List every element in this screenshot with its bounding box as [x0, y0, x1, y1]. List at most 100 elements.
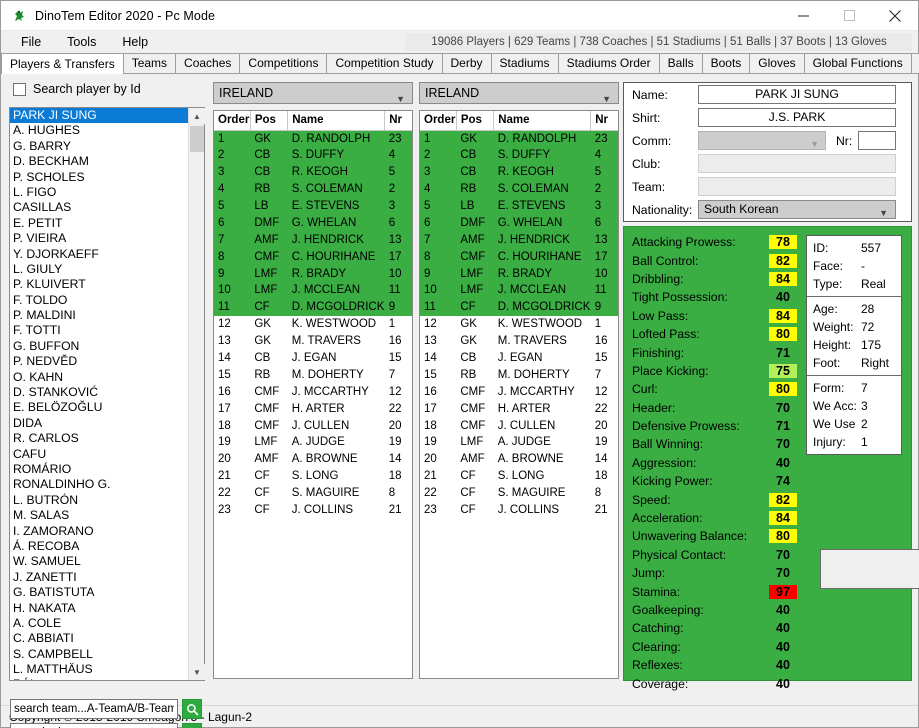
table-row[interactable]: 14CBJ. EGAN15	[420, 350, 618, 367]
table-row[interactable]: 3CBR. KEOGH5	[420, 164, 618, 181]
player-list-item[interactable]: P. VIEIRA	[10, 231, 188, 246]
table-row[interactable]: 2CBS. DUFFY4	[214, 147, 412, 164]
table-row[interactable]: 9LMFR. BRADY10	[214, 265, 412, 282]
table-row[interactable]: 19LMFA. JUDGE19	[420, 434, 618, 451]
player-list-item[interactable]: P. MALDINI	[10, 308, 188, 323]
tab-coaches[interactable]: Coaches	[175, 53, 240, 73]
player-list-scrollbar[interactable]: ▲ ▼	[188, 108, 204, 680]
column-header-pos[interactable]: Pos	[456, 111, 493, 130]
player-list-item[interactable]: R. CARLOS	[10, 431, 188, 446]
stat-value[interactable]: 40	[769, 677, 797, 691]
player-shirt-field[interactable]: J.S. PARK	[698, 108, 896, 127]
stat-value[interactable]: 80	[769, 327, 797, 341]
tab-competition-study[interactable]: Competition Study	[326, 53, 442, 73]
player-list-item[interactable]: CASILLAS	[10, 200, 188, 215]
table-row[interactable]: 6DMFG. WHELAN6	[420, 214, 618, 231]
stat-value[interactable]: 40	[769, 456, 797, 470]
table-row[interactable]: 19LMFA. JUDGE19	[214, 434, 412, 451]
player-list-item[interactable]: E. BELÖZOĞLU	[10, 400, 188, 415]
player-nationality-select[interactable]: South Korean ▼	[698, 200, 896, 219]
table-row[interactable]: 7AMFJ. HENDRICK13	[420, 231, 618, 248]
table-row[interactable]: 5LBE. STEVENS3	[214, 198, 412, 215]
player-list-item[interactable]: DIDA	[10, 416, 188, 431]
player-list[interactable]: PARK JI SUNGA. HUGHESG. BARRYD. BECKHAMP…	[9, 107, 205, 681]
table-row[interactable]: 4RBS. COLEMAN2	[420, 181, 618, 198]
table-row[interactable]: 10LMFJ. MCCLEAN11	[214, 282, 412, 299]
tab-gloves[interactable]: Gloves	[749, 53, 804, 73]
table-row[interactable]: 13GKM. TRAVERS16	[420, 333, 618, 350]
player-list-item[interactable]: RÁI	[10, 677, 188, 680]
player-list-item[interactable]: ROMÁRIO	[10, 462, 188, 477]
scroll-down-icon[interactable]: ▼	[189, 664, 205, 680]
table-row[interactable]: 1GKD. RANDOLPH23	[420, 130, 618, 147]
table-row[interactable]: 13GKM. TRAVERS16	[214, 333, 412, 350]
player-list-item[interactable]: L. BUTRÓN	[10, 493, 188, 508]
player-list-item[interactable]: S. CAMPBELL	[10, 647, 188, 662]
stat-value[interactable]: 75	[769, 364, 797, 378]
player-list-item[interactable]: I. ZAMORANO	[10, 524, 188, 539]
tab-stadiums[interactable]: Stadiums	[491, 53, 559, 73]
table-row[interactable]: 8CMFC. HOURIHANE17	[214, 248, 412, 265]
player-list-item[interactable]: D. STANKOVIĆ	[10, 385, 188, 400]
search-player-button[interactable]	[182, 723, 202, 728]
menu-help[interactable]: Help	[112, 32, 158, 52]
stat-value[interactable]: 70	[769, 437, 797, 451]
stat-value[interactable]: 40	[769, 640, 797, 654]
stat-value[interactable]: 84	[769, 272, 797, 286]
player-nr-field[interactable]	[858, 131, 896, 150]
tab-global-functions[interactable]: Global Functions	[804, 53, 912, 73]
player-name-field[interactable]: PARK JI SUNG	[698, 85, 896, 104]
stat-value[interactable]: 74	[769, 474, 797, 488]
player-list-item[interactable]: PARK JI SUNG	[10, 108, 188, 123]
player-list-item[interactable]: L. FIGO	[10, 185, 188, 200]
table-row[interactable]: 20AMFA. BROWNE14	[214, 451, 412, 468]
stat-value[interactable]: 40	[769, 603, 797, 617]
player-list-item[interactable]: P. KLUIVERT	[10, 277, 188, 292]
stat-value[interactable]: 70	[769, 401, 797, 415]
scrollbar-thumb[interactable]	[190, 126, 204, 152]
player-list-item[interactable]: CAFU	[10, 447, 188, 462]
player-list-item[interactable]: G. BATISTUTA	[10, 585, 188, 600]
table-row[interactable]: 22CFS. MAGUIRE8	[214, 485, 412, 502]
table-row[interactable]: 14CBJ. EGAN15	[214, 350, 412, 367]
tab-competitions[interactable]: Competitions	[239, 53, 327, 73]
player-list-item[interactable]: J. ZANETTI	[10, 570, 188, 585]
column-header-name[interactable]: Name	[288, 111, 385, 130]
stat-value[interactable]: 40	[769, 290, 797, 304]
stat-value[interactable]: 78	[769, 235, 797, 249]
table-row[interactable]: 11CFD. MCGOLDRICK9	[420, 299, 618, 316]
team-select-a[interactable]: IRELAND ▼	[213, 82, 413, 104]
tab-fmstats[interactable]: FmStats	[911, 53, 919, 73]
search-team-input[interactable]	[10, 699, 178, 719]
table-row[interactable]: 15RBM. DOHERTY7	[214, 366, 412, 383]
player-list-item[interactable]: G. BUFFON	[10, 339, 188, 354]
column-header-order[interactable]: Order	[420, 111, 456, 130]
stat-value[interactable]: 82	[769, 254, 797, 268]
table-row[interactable]: 16CMFJ. MCCARTHY12	[214, 383, 412, 400]
table-row[interactable]: 23CFJ. COLLINS21	[420, 502, 618, 519]
stat-value[interactable]: 84	[769, 511, 797, 525]
table-row[interactable]: 10LMFJ. MCCLEAN11	[420, 282, 618, 299]
tab-derby[interactable]: Derby	[442, 53, 492, 73]
player-list-item[interactable]: A. HUGHES	[10, 123, 188, 138]
player-list-item[interactable]: C. ABBIATI	[10, 631, 188, 646]
player-list-item[interactable]: M. SALAS	[10, 508, 188, 523]
search-player-by-id-checkbox[interactable]: Search player by Id	[13, 82, 141, 96]
stat-value[interactable]: 40	[769, 658, 797, 672]
table-row[interactable]: 1GKD. RANDOLPH23	[214, 130, 412, 147]
table-row[interactable]: 17CMFH. ARTER22	[420, 400, 618, 417]
table-row[interactable]: 5LBE. STEVENS3	[420, 198, 618, 215]
stat-value[interactable]: 70	[769, 548, 797, 562]
column-header-pos[interactable]: Pos	[250, 111, 287, 130]
table-row[interactable]: 16CMFJ. MCCARTHY12	[420, 383, 618, 400]
stat-value[interactable]: 82	[769, 493, 797, 507]
close-button[interactable]	[872, 1, 918, 31]
menu-tools[interactable]: Tools	[57, 32, 106, 52]
team-table-b-wrapper[interactable]: OrderPosNameNr1GKD. RANDOLPH232CBS. DUFF…	[419, 110, 619, 679]
column-header-nr[interactable]: Nr	[591, 111, 618, 130]
player-list-item[interactable]: Y. DJORKAEFF	[10, 247, 188, 262]
player-list-item[interactable]: F. TOLDO	[10, 293, 188, 308]
table-row[interactable]: 7AMFJ. HENDRICK13	[214, 231, 412, 248]
stat-value[interactable]: 80	[769, 382, 797, 396]
player-list-item[interactable]: A. COLE	[10, 616, 188, 631]
